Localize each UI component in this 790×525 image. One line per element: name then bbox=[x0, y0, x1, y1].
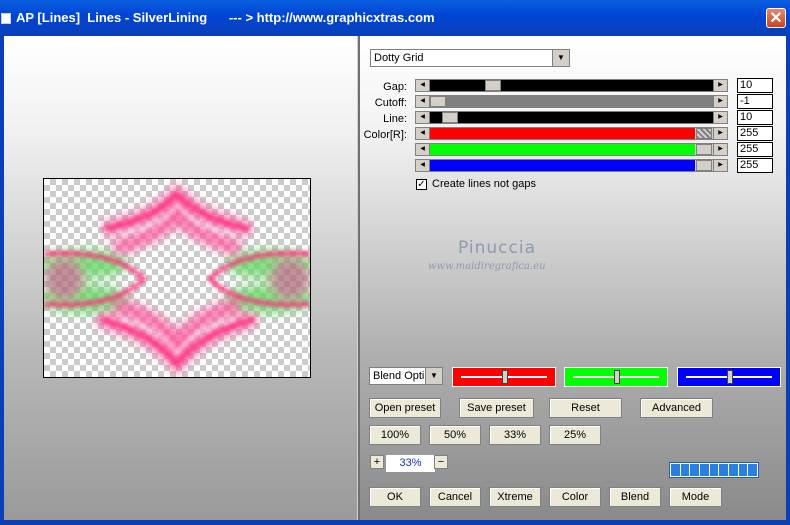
arrow-left-icon[interactable]: ◀ bbox=[416, 80, 430, 91]
arrow-left-icon[interactable]: ◀ bbox=[416, 144, 430, 155]
color-r-value[interactable]: 255 bbox=[737, 126, 773, 141]
arrow-right-icon[interactable]: ▶ bbox=[713, 80, 727, 91]
title-bar: AP [Lines] Lines - SilverLining --- > ht… bbox=[0, 0, 790, 36]
close-button[interactable]: ✕ bbox=[766, 8, 786, 28]
color-r-label: Color[R]: bbox=[363, 129, 407, 141]
cutoff-slider[interactable]: ◀ ▶ bbox=[415, 95, 728, 108]
preview-image[interactable] bbox=[43, 178, 311, 378]
color-g-slider-thumb[interactable] bbox=[696, 144, 712, 155]
color-g-slider-track bbox=[430, 144, 695, 155]
cutoff-label: Cutoff: bbox=[374, 97, 407, 109]
controls-pane bbox=[360, 36, 786, 520]
blend-button[interactable]: Blend bbox=[609, 487, 661, 507]
green-blend-knob[interactable] bbox=[614, 370, 620, 384]
line-label: Line: bbox=[383, 113, 407, 125]
chevron-down-icon[interactable]: ▼ bbox=[425, 368, 442, 384]
red-blend-slider[interactable] bbox=[452, 367, 556, 387]
open-preset-button[interactable]: Open preset bbox=[369, 398, 441, 418]
ok-button[interactable]: OK bbox=[369, 487, 421, 507]
cutoff-slider-thumb[interactable] bbox=[430, 96, 446, 107]
progress-bar bbox=[669, 462, 759, 478]
gap-slider-track bbox=[430, 80, 713, 91]
cutoff-slider-track bbox=[430, 96, 713, 107]
color-b-value[interactable]: 255 bbox=[737, 158, 773, 173]
zoom-100-button[interactable]: 100% bbox=[369, 425, 421, 445]
gap-label: Gap: bbox=[383, 81, 407, 93]
color-b-slider-track bbox=[430, 160, 695, 171]
color-b-slider-thumb[interactable] bbox=[696, 160, 712, 171]
color-g-slider[interactable]: ◀ ▶ bbox=[415, 143, 728, 156]
line-slider-track bbox=[430, 112, 713, 123]
color-r-slider-thumb[interactable] bbox=[696, 128, 712, 139]
mode-button[interactable]: Mode bbox=[669, 487, 722, 507]
watermark-name: Pinuccia bbox=[458, 238, 536, 258]
window-title: AP [Lines] Lines - SilverLining --- > ht… bbox=[16, 10, 435, 25]
arrow-left-icon[interactable]: ◀ bbox=[416, 112, 430, 123]
zoom-value: 33% bbox=[386, 455, 435, 472]
arrow-left-icon[interactable]: ◀ bbox=[416, 128, 430, 139]
zoom-33-button[interactable]: 33% bbox=[489, 425, 541, 445]
zoom-25-button[interactable]: 25% bbox=[549, 425, 601, 445]
window-border-right bbox=[786, 36, 790, 525]
gap-value[interactable]: 10 bbox=[737, 78, 773, 93]
save-preset-button[interactable]: Save preset bbox=[459, 398, 534, 418]
arrow-right-icon[interactable]: ▶ bbox=[713, 96, 727, 107]
create-lines-checkbox[interactable]: ✓ bbox=[416, 179, 427, 190]
green-blend-slider[interactable] bbox=[564, 367, 668, 387]
gap-slider-thumb[interactable] bbox=[485, 80, 501, 91]
line-slider-thumb[interactable] bbox=[442, 112, 458, 123]
red-blend-knob[interactable] bbox=[502, 370, 508, 384]
arrow-right-icon[interactable]: ▶ bbox=[713, 160, 727, 171]
arrow-left-icon[interactable]: ◀ bbox=[416, 160, 430, 171]
create-lines-label: Create lines not gaps bbox=[432, 178, 536, 190]
line-value[interactable]: 10 bbox=[737, 110, 773, 125]
window-icon bbox=[1, 13, 11, 24]
blend-options-value: Blend Opti bbox=[373, 370, 425, 382]
watermark-url: www.maidiregrafica.eu bbox=[428, 261, 546, 272]
color-g-value[interactable]: 255 bbox=[737, 142, 773, 157]
gap-slider[interactable]: ◀ ▶ bbox=[415, 79, 728, 92]
preset-select-value: Dotty Grid bbox=[374, 52, 424, 64]
window-border-bottom bbox=[0, 520, 790, 525]
cancel-button[interactable]: Cancel bbox=[429, 487, 481, 507]
arrow-right-icon[interactable]: ▶ bbox=[713, 112, 727, 123]
arrow-left-icon[interactable]: ◀ bbox=[416, 96, 430, 107]
zoom-in-button[interactable]: + bbox=[370, 455, 384, 469]
reset-button[interactable]: Reset bbox=[549, 398, 622, 418]
color-r-slider-track bbox=[430, 128, 695, 139]
chevron-down-icon[interactable]: ▼ bbox=[552, 50, 569, 66]
xtreme-button[interactable]: Xtreme bbox=[489, 487, 541, 507]
preset-select[interactable]: Dotty Grid ▼ bbox=[370, 49, 570, 67]
color-r-slider[interactable]: ◀ ▶ bbox=[415, 127, 728, 140]
color-button[interactable]: Color bbox=[549, 487, 601, 507]
advanced-button[interactable]: Advanced bbox=[640, 398, 713, 418]
zoom-50-button[interactable]: 50% bbox=[429, 425, 481, 445]
blue-blend-knob[interactable] bbox=[727, 370, 733, 384]
blue-blend-slider[interactable] bbox=[677, 367, 781, 387]
arrow-right-icon[interactable]: ▶ bbox=[713, 144, 727, 155]
blend-options-select[interactable]: Blend Opti ▼ bbox=[369, 367, 443, 385]
zoom-out-button[interactable]: − bbox=[434, 455, 448, 469]
line-slider[interactable]: ◀ ▶ bbox=[415, 111, 728, 124]
arrow-right-icon[interactable]: ▶ bbox=[713, 128, 727, 139]
cutoff-value[interactable]: -1 bbox=[737, 94, 773, 109]
color-b-slider[interactable]: ◀ ▶ bbox=[415, 159, 728, 172]
preview-effect-graphic bbox=[44, 183, 310, 376]
